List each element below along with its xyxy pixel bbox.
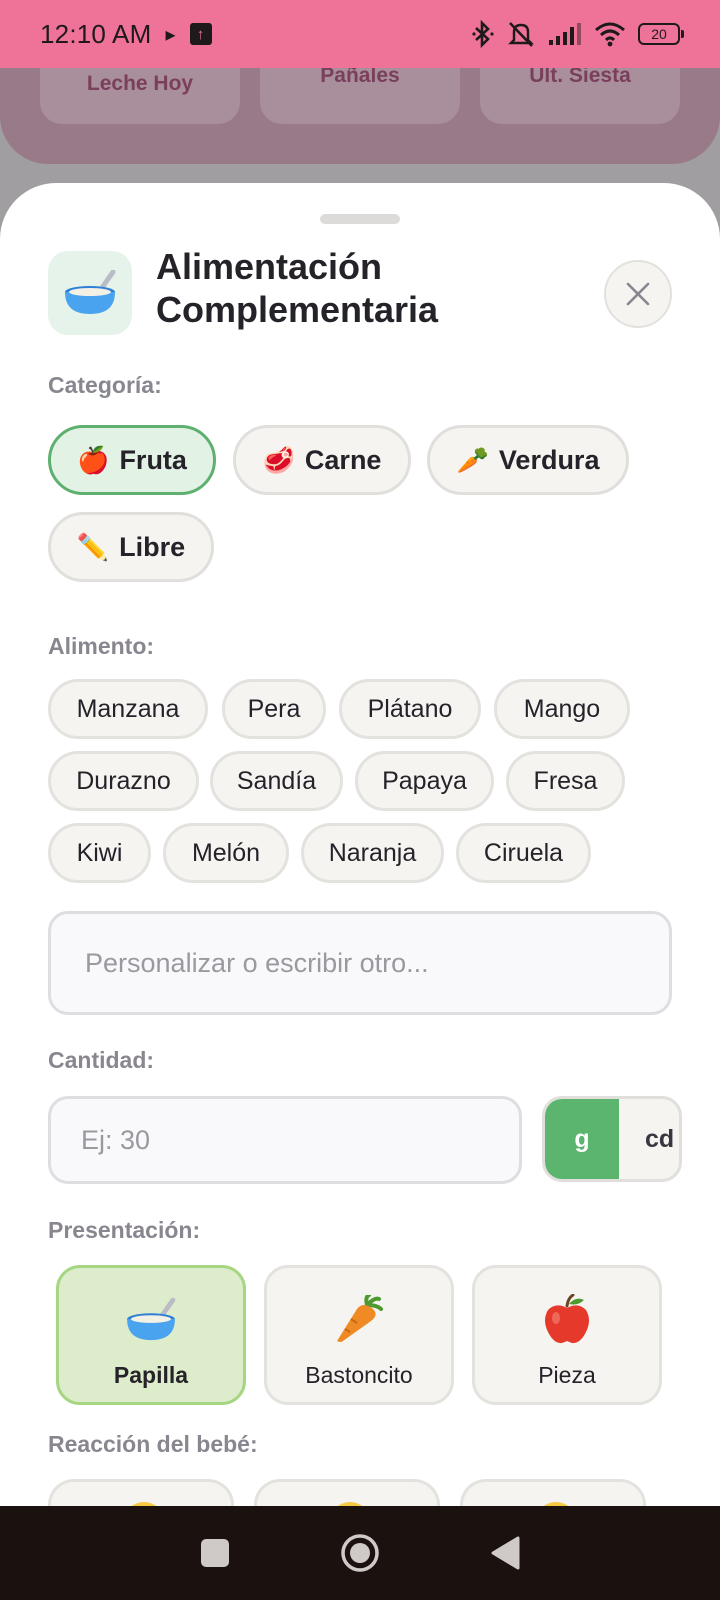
pencil-icon: ✏️ <box>76 532 110 562</box>
category-chip-label: Carne <box>304 444 382 475</box>
status-bar: 12:10 AM ▸ ↑ 20 <box>0 0 720 68</box>
food-chip-manzana[interactable]: Manzana <box>48 679 208 739</box>
food-chip-fresa[interactable]: Fresa <box>506 751 625 811</box>
quantity-label: Cantidad: <box>48 1047 155 1073</box>
mute-icon <box>508 22 534 47</box>
close-icon <box>626 282 650 306</box>
system-nav-bar <box>0 1506 720 1600</box>
unit-option-g[interactable]: g <box>545 1099 619 1179</box>
presentation-card-label: Bastoncito <box>305 1362 413 1388</box>
background-stat-label: Leche Hoy <box>86 72 194 95</box>
battery-icon: 20 <box>638 23 684 45</box>
home-icon[interactable] <box>340 1533 380 1573</box>
bowl-icon <box>48 251 132 335</box>
drag-handle[interactable] <box>320 214 400 224</box>
sheet-title: Alimentación Complementaria <box>156 246 439 330</box>
food-chip-kiwi[interactable]: Kiwi <box>48 823 151 883</box>
presentation-card-pieza[interactable]: Pieza <box>472 1265 662 1405</box>
status-left: 12:10 AM ▸ ↑ <box>40 19 212 50</box>
upload-icon: ↑ <box>189 23 212 45</box>
presentation-card-bastoncito[interactable]: Bastoncito <box>264 1265 454 1405</box>
quantity-input[interactable]: Ej: 30 <box>48 1096 522 1184</box>
custom-food-placeholder: Personalizar o escribir otro... <box>85 947 429 978</box>
presentation-card-label: Pieza <box>538 1362 596 1388</box>
food-chip-melon[interactable]: Melón <box>163 823 289 883</box>
reaction-label: Reacción del bebé: <box>48 1431 258 1457</box>
presentation-card-label: Papilla <box>113 1362 189 1388</box>
food-chip-pera[interactable]: Pera <box>222 679 326 739</box>
presentation-card-papilla[interactable]: Papilla <box>56 1265 246 1405</box>
category-chip-label: Fruta <box>119 444 187 475</box>
food-chip-mango[interactable]: Mango <box>494 679 630 739</box>
close-button[interactable] <box>604 260 672 328</box>
play-icon: ▸ <box>165 23 176 46</box>
category-chip-label: Libre <box>119 531 186 562</box>
food-label: Alimento: <box>48 633 155 659</box>
food-chip-platano[interactable]: Plátano <box>339 679 481 739</box>
presentation-label: Presentación: <box>48 1217 201 1243</box>
category-chip-verdura[interactable]: 🥕 Verdura <box>427 425 629 495</box>
apple-icon <box>542 1292 592 1348</box>
bluetooth-icon <box>472 20 494 48</box>
unit-option-cd[interactable]: cd <box>619 1099 679 1179</box>
category-chip-label: Verdura <box>498 444 600 475</box>
quantity-placeholder: Ej: 30 <box>81 1124 151 1155</box>
recent-apps-icon[interactable] <box>200 1538 230 1568</box>
category-label: Categoría: <box>48 372 162 398</box>
food-chip-naranja[interactable]: Naranja <box>301 823 444 883</box>
apple-icon: 🍎 <box>77 445 110 475</box>
bowl-icon <box>125 1292 177 1348</box>
food-chip-durazno[interactable]: Durazno <box>48 751 199 811</box>
category-chip-carne[interactable]: 🥩 Carne <box>233 425 411 495</box>
complementary-feeding-sheet: Alimentación Complementaria Categoría: 🍎… <box>0 183 720 1513</box>
unit-toggle: g cd <box>542 1096 682 1182</box>
category-chip-fruta[interactable]: 🍎 Fruta <box>48 425 216 495</box>
category-chip-libre[interactable]: ✏️ Libre <box>48 512 214 582</box>
status-time: 12:10 AM <box>40 18 152 49</box>
status-right: 20 <box>472 20 684 48</box>
food-chip-ciruela[interactable]: Ciruela <box>456 823 591 883</box>
carrot-icon <box>333 1292 385 1348</box>
battery-level: 20 <box>651 26 667 42</box>
meat-icon: 🥩 <box>262 445 295 475</box>
food-chip-papaya[interactable]: Papaya <box>355 751 494 811</box>
food-chip-sandia[interactable]: Sandía <box>210 751 343 811</box>
wifi-icon <box>595 22 625 47</box>
signal-icon <box>549 23 581 45</box>
back-icon[interactable] <box>490 1536 520 1570</box>
custom-food-input[interactable]: Personalizar o escribir otro... <box>48 911 672 1015</box>
carrot-icon: 🥕 <box>456 445 489 475</box>
